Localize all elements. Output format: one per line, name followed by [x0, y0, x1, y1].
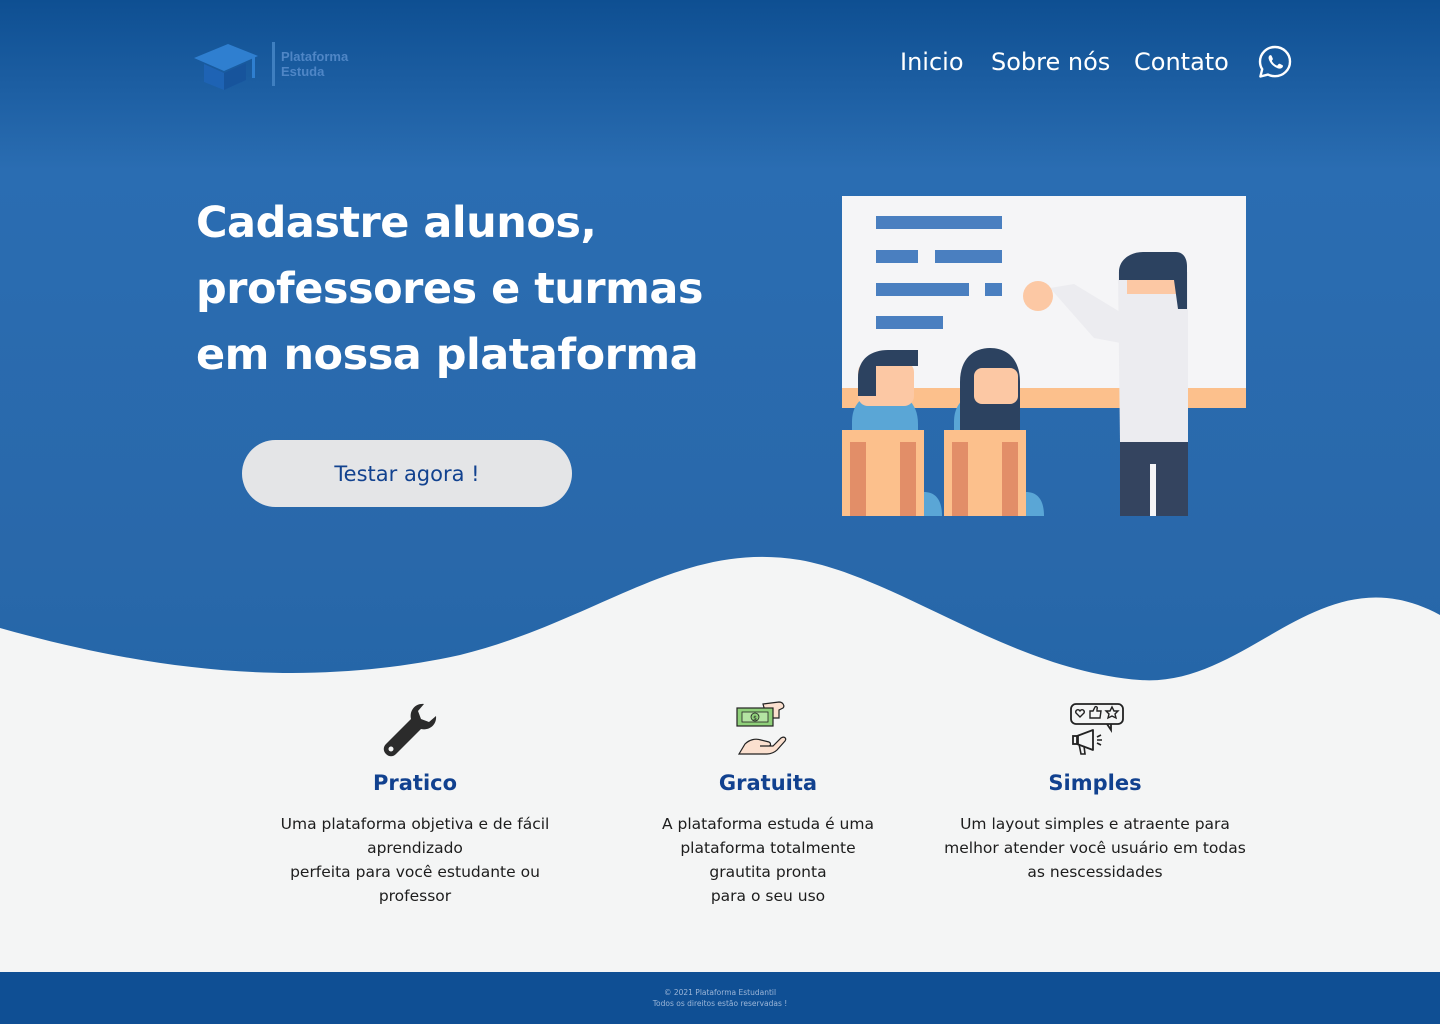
headline-line-2: professores e turmas	[196, 264, 704, 314]
feature-line: professor	[378, 887, 452, 905]
footer-rights: Todos os direitos estão reservadas !	[652, 999, 788, 1008]
money-hand-icon: $	[736, 701, 787, 755]
footer-copyright: © 2021 Plataforma Estudantil	[663, 988, 777, 997]
feature-line: perfeita para você estudante ou	[290, 863, 540, 881]
headline-line-1: Cadastre alunos,	[196, 198, 597, 248]
feature-line: aprendizado	[367, 839, 463, 857]
classroom-teacher-illustration	[842, 196, 1246, 516]
feature-line: plataforma totalmente	[680, 839, 856, 857]
feature-title: Gratuita	[718, 771, 818, 795]
svg-text:$: $	[753, 715, 757, 722]
feature-title: Simples	[1048, 771, 1142, 795]
nav-link-sobre-nos[interactable]: Sobre nós	[991, 48, 1110, 76]
feature-line: A plataforma estuda é uma	[662, 815, 874, 833]
feature-line: Uma plataforma objetiva e de fácil	[280, 815, 550, 833]
try-now-button[interactable]: Testar agora !	[242, 440, 572, 507]
feature-description: A plataforma estuda é uma plataforma tot…	[598, 812, 938, 908]
feature-line: melhor atender você usuário em todas	[944, 839, 1246, 857]
feature-line: para o seu uso	[710, 887, 826, 905]
wrench-icon	[383, 703, 437, 757]
nav-link-contato[interactable]: Contato	[1134, 48, 1229, 76]
whatsapp-icon[interactable]	[1258, 45, 1292, 79]
main-nav: Inicio Sobre nós Contato	[0, 48, 1440, 84]
feature-description: Uma plataforma objetiva e de fácil apren…	[245, 812, 585, 908]
feature-gratuita: $ Gratuita A plataforma estuda é uma pla…	[598, 700, 938, 908]
feature-line: Um layout simples e atraente para	[960, 815, 1230, 833]
feature-line: grautita pronta	[709, 863, 827, 881]
feature-pratico: Pratico Uma plataforma objetiva e de fác…	[245, 700, 585, 908]
feedback-megaphone-icon	[1070, 703, 1124, 755]
hero-headline: Cadastre alunos, professores e turmas em…	[196, 190, 756, 388]
headline-line-3: em nossa plataforma	[196, 330, 699, 380]
feature-line: as nescessidades	[1027, 863, 1163, 881]
wave-divider	[0, 556, 1440, 700]
feature-title: Pratico	[372, 771, 458, 795]
page-footer: © 2021 Plataforma Estudantil Todos os di…	[0, 972, 1440, 1024]
nav-link-inicio[interactable]: Inicio	[900, 48, 964, 76]
feature-description: Um layout simples e atraente para melhor…	[925, 812, 1265, 884]
feature-simples: Simples Um layout simples e atraente par…	[925, 700, 1265, 884]
